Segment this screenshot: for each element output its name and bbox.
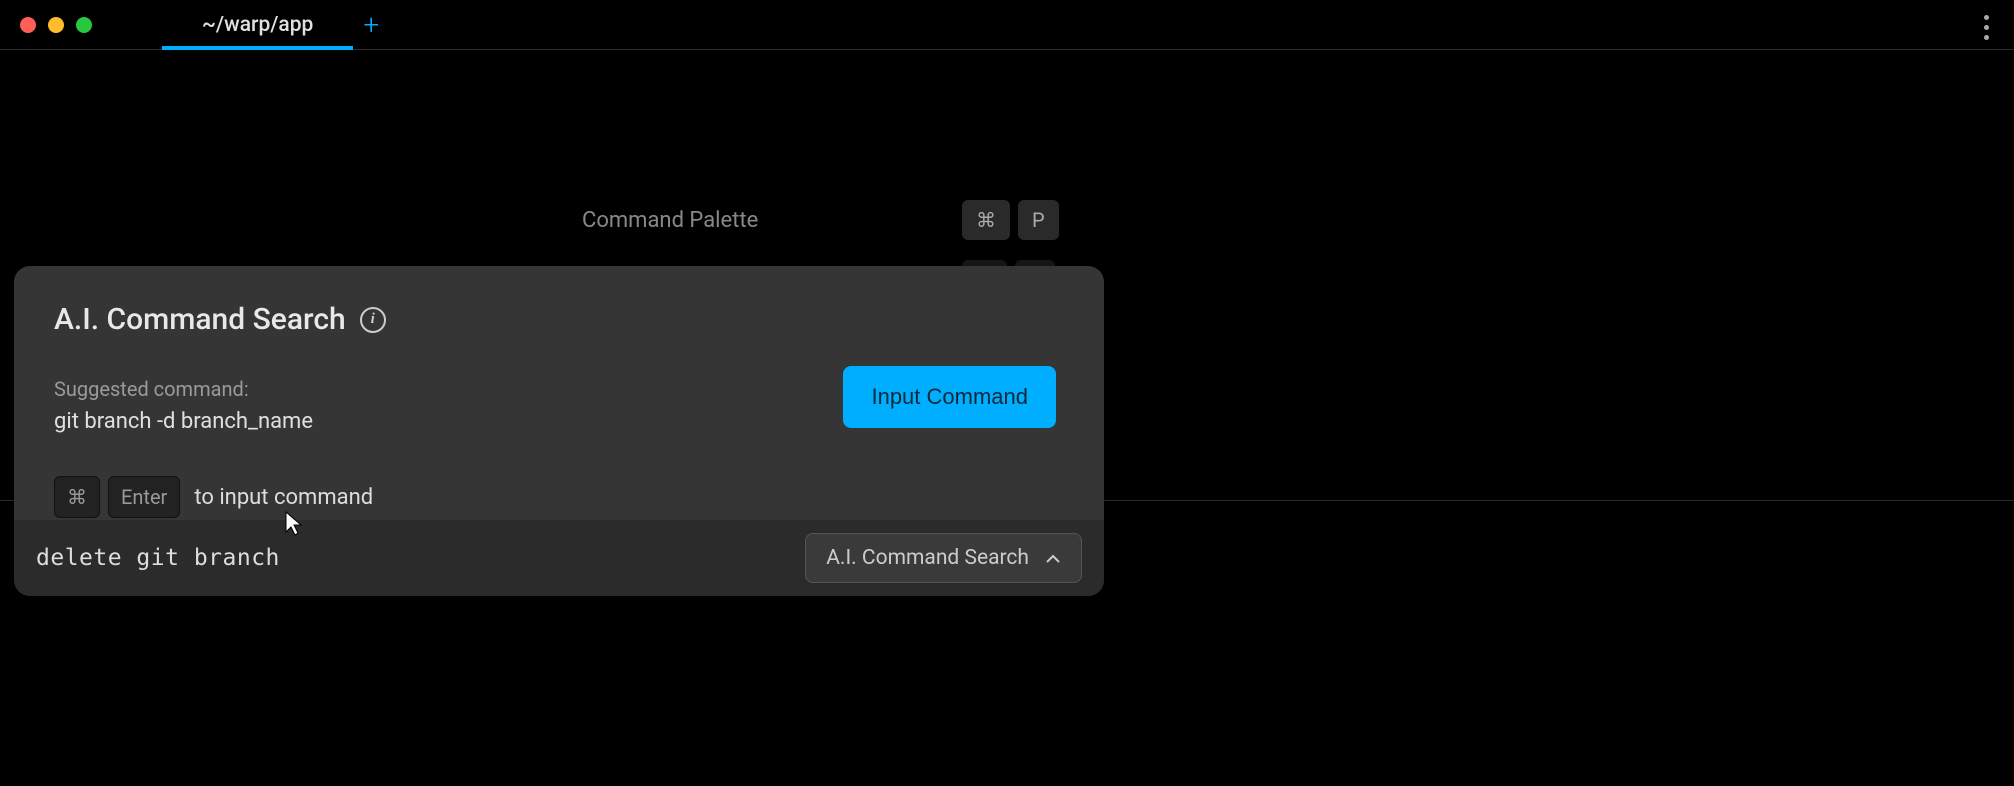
close-window-button[interactable] — [20, 17, 36, 33]
panel-title: A.I. Command Search — [54, 302, 346, 337]
key-enter: Enter — [108, 476, 180, 518]
shortcut-hint: ⌘ Enter to input command — [54, 476, 1064, 518]
traffic-lights — [0, 17, 92, 33]
overflow-menu-button[interactable] — [1979, 10, 1994, 45]
titlebar: ~/warp/app + — [0, 0, 2014, 50]
ai-command-search-toggle[interactable]: A.I. Command Search — [805, 533, 1082, 583]
hint-label: Command Palette — [582, 208, 832, 233]
command-input-text[interactable]: delete git branch — [36, 545, 280, 571]
hint-keys: ⌘ P — [962, 200, 1059, 240]
info-icon[interactable]: i — [360, 307, 386, 333]
shortcut-description: to input command — [194, 485, 373, 510]
hint-command-palette: Command Palette ⌘ P — [582, 200, 1059, 240]
ai-toggle-label: A.I. Command Search — [826, 546, 1029, 570]
key-p: P — [1018, 200, 1059, 240]
key-cmd: ⌘ — [54, 476, 100, 518]
chevron-up-icon — [1045, 546, 1061, 570]
tab-title: ~/warp/app — [202, 13, 313, 37]
panel-header: A.I. Command Search i — [54, 302, 1064, 337]
key-cmd: ⌘ — [962, 200, 1010, 240]
new-tab-button[interactable]: + — [363, 8, 379, 41]
command-input-area[interactable]: delete git branch A.I. Command Search — [14, 520, 1104, 596]
minimize-window-button[interactable] — [48, 17, 64, 33]
maximize-window-button[interactable] — [76, 17, 92, 33]
tab-current[interactable]: ~/warp/app — [162, 0, 353, 50]
input-command-button[interactable]: Input Command — [843, 366, 1056, 428]
tab-active-indicator — [162, 46, 353, 50]
